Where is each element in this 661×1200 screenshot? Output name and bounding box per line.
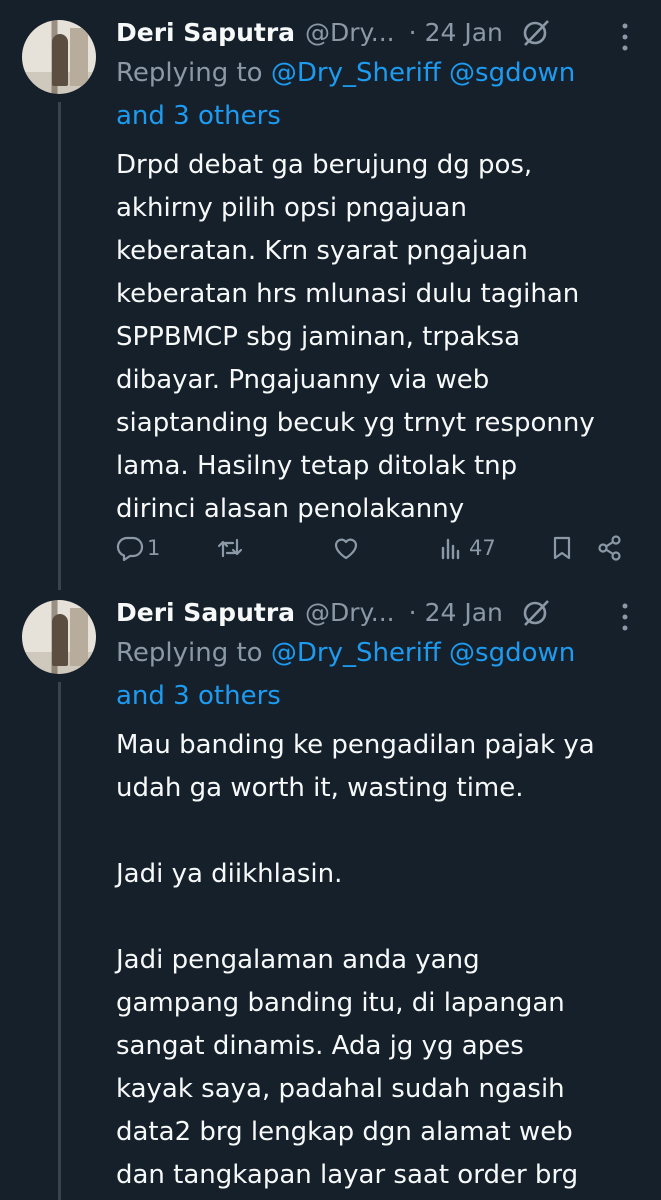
text-line: akhirny pilih opsi pngajuan — [116, 193, 467, 223]
share-button[interactable] — [596, 530, 624, 566]
text-line: dirinci alasan penolakanny — [116, 494, 465, 524]
author-name[interactable]: Deri Saputra — [116, 18, 295, 47]
avatar[interactable] — [22, 20, 96, 94]
text-line: Drpd debat ga berujung dg pos, — [116, 150, 533, 180]
tweet[interactable]: Deri Saputra @Dry... · 24 Jan Replying t… — [0, 0, 661, 590]
mention-link[interactable]: @Dry_Sheriff — [271, 58, 441, 88]
tweet-date[interactable]: 24 Jan — [425, 18, 503, 47]
reply-count: 1 — [147, 536, 161, 560]
tweet-header: Deri Saputra @Dry... · 24 Jan — [116, 594, 661, 630]
tweet[interactable]: Deri Saputra @Dry... · 24 Jan Replying t… — [0, 590, 661, 1200]
text-line: keberatan. Krn syarat pngajuan — [116, 236, 528, 266]
text-line: sangat dinamis. Ada jg yg apes — [116, 1031, 524, 1061]
tweet-text: Drpd debat ga berujung dg pos, akhirny p… — [116, 144, 646, 531]
author-handle[interactable]: @Dry... — [305, 18, 395, 47]
views-count: 47 — [469, 536, 496, 560]
avatar[interactable] — [22, 600, 96, 674]
paragraph: Jadi ya diikhlasin. — [116, 853, 646, 896]
text-line: dibayar. Pngajuanny via web — [116, 365, 490, 395]
action-bar: 1 47 — [116, 530, 636, 566]
mention-link[interactable]: @sgdown — [449, 58, 575, 88]
separator: · — [408, 597, 417, 627]
views-icon — [441, 538, 460, 560]
reply-icon — [116, 536, 144, 562]
text-line: Mau banding ke pengadilan pajak ya — [116, 730, 595, 760]
replying-to: Replying to @Dry_Sheriff @sgdown and 3 o… — [116, 632, 636, 718]
others-link[interactable]: and 3 others — [116, 101, 281, 131]
heart-icon — [334, 538, 358, 560]
tweet-header: Deri Saputra @Dry... · 24 Jan — [116, 14, 661, 50]
reply-prefix: Replying to — [116, 638, 263, 668]
text-line: Jadi ya diikhlasin. — [116, 859, 343, 889]
replying-to: Replying to @Dry_Sheriff @sgdown and 3 o… — [116, 52, 636, 138]
mention-link[interactable]: @Dry_Sheriff — [271, 638, 441, 668]
bookmark-button[interactable] — [548, 530, 576, 566]
author-name[interactable]: Deri Saputra — [116, 598, 295, 627]
bookmark-icon — [553, 536, 571, 560]
retweet-icon — [217, 538, 243, 558]
retweet-button[interactable] — [216, 530, 244, 566]
share-icon — [598, 535, 621, 561]
text-line: lama. Hasilny tetap ditolak tnp — [116, 451, 518, 481]
tweet-date[interactable]: 24 Jan — [425, 598, 503, 627]
grok-icon[interactable] — [521, 17, 551, 47]
paragraph: Jadi pengalaman anda yang gampang bandin… — [116, 939, 646, 1197]
separator: · — [408, 17, 417, 47]
text-line: keberatan hrs mlunasi dulu tagihan — [116, 279, 580, 309]
text-line: gampang banding itu, di lapangan — [116, 988, 565, 1018]
text-line: dan tangkapan layar saat order brg — [116, 1160, 579, 1190]
text-line: Jadi pengalaman anda yang — [116, 945, 480, 975]
thread-line — [58, 102, 61, 590]
text-line: data2 brg lengkap dgn alamat web — [116, 1117, 573, 1147]
grok-icon[interactable] — [521, 597, 551, 627]
text-line: udah ga worth it, wasting time. — [116, 773, 524, 803]
text-line: SPPBMCP sbg jaminan, trpaksa — [116, 322, 521, 352]
mention-link[interactable]: @sgdown — [449, 638, 575, 668]
text-line: kayak saya, padahal sudah ngasih — [116, 1074, 565, 1104]
paragraph: Mau banding ke pengadilan pajak ya udah … — [116, 724, 646, 810]
reply-prefix: Replying to — [116, 58, 263, 88]
more-icon[interactable] — [621, 602, 629, 632]
like-button[interactable] — [332, 530, 360, 566]
text-line: siaptanding becuk yg trnyt responny — [116, 408, 595, 438]
author-handle[interactable]: @Dry... — [305, 598, 395, 627]
others-link[interactable]: and 3 others — [116, 681, 281, 711]
tweet-text: Mau banding ke pengadilan pajak ya udah … — [116, 724, 646, 1197]
reply-button[interactable]: 1 — [116, 530, 160, 566]
thread-line — [58, 682, 61, 1200]
views-button[interactable]: 47 — [438, 530, 496, 566]
more-icon[interactable] — [621, 22, 629, 52]
